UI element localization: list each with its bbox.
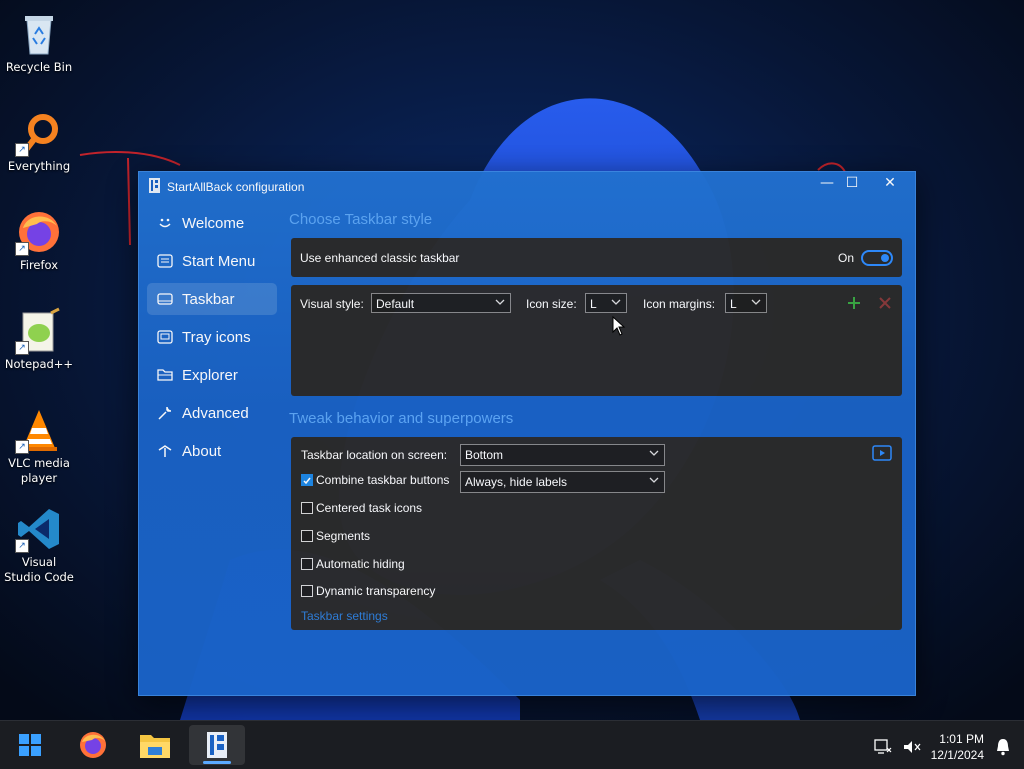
clock-date: 12/1/2024 — [930, 748, 984, 762]
taskbar: 1:01 PM 12/1/2024 — [0, 720, 1024, 769]
combine-buttons-checkbox[interactable] — [301, 474, 313, 486]
about-icon — [158, 445, 172, 457]
checkmark-icon — [303, 477, 311, 485]
sidebar-item-tray-icons[interactable]: Tray icons — [147, 321, 277, 353]
clock-time: 1:01 PM — [939, 732, 984, 746]
desktop-icon-vlc[interactable]: ↗ VLC media player — [0, 400, 78, 486]
desktop-icon-everything[interactable]: ↗ Everything — [0, 103, 78, 174]
wrench-icon — [158, 406, 172, 420]
taskbar-icon — [157, 293, 173, 305]
video-help-icon[interactable] — [872, 445, 892, 461]
start-menu-icon — [157, 254, 173, 268]
maximize-icon: ☐ — [845, 175, 859, 191]
enhanced-taskbar-label: Use enhanced classic taskbar — [300, 251, 460, 265]
visual-style-label: Visual style: — [300, 297, 364, 311]
start-icon — [19, 734, 41, 756]
desktop-icon-recycle-bin[interactable]: Recycle Bin — [0, 4, 78, 75]
desktop-icon-vscode[interactable]: ↗ Visual Studio Code — [0, 499, 78, 585]
centered-icons-label: Centered task icons — [316, 501, 423, 515]
sidebar-item-about[interactable]: About — [147, 435, 277, 467]
vlc-icon: ↗ — [15, 406, 63, 454]
visual-style-panel: Visual style: Default Icon size: L Icon … — [291, 285, 902, 396]
volume-muted-icon[interactable] — [903, 740, 921, 754]
system-clock[interactable]: 1:01 PM 12/1/2024 — [931, 731, 984, 763]
combine-buttons-label: Combine taskbar buttons — [316, 473, 450, 487]
sidebar-item-explorer[interactable]: Explorer — [147, 359, 277, 391]
shortcut-arrow-icon: ↗ — [15, 539, 29, 553]
notification-bell-icon[interactable] — [995, 738, 1011, 756]
icon-size-select[interactable]: L — [585, 293, 627, 313]
smile-icon — [159, 218, 171, 228]
startallback-app-icon — [149, 178, 160, 193]
shortcut-arrow-icon: ↗ — [15, 440, 29, 454]
desktop-icon-firefox[interactable]: ↗ Firefox — [0, 202, 78, 273]
chevron-down-icon — [495, 299, 505, 305]
taskbar-file-explorer-button[interactable] — [135, 725, 175, 765]
chevron-down-icon — [649, 450, 659, 456]
chevron-down-icon — [649, 477, 659, 483]
firefox-icon — [80, 732, 106, 758]
vscode-icon: ↗ — [15, 505, 63, 553]
combine-buttons-select[interactable]: Always, hide labels — [460, 471, 665, 493]
window-title: StartAllBack configuration — [167, 180, 305, 194]
remove-icon[interactable] — [878, 296, 892, 310]
minimize-icon: — — [820, 175, 834, 191]
active-window-indicator — [203, 761, 231, 764]
sidebar-item-welcome[interactable]: Welcome — [147, 207, 277, 239]
enhanced-toggle-state: On — [838, 251, 855, 265]
shortcut-arrow-icon: ↗ — [15, 341, 29, 355]
taskbar-location-select[interactable]: Bottom — [460, 444, 665, 466]
dynamic-transparency-checkbox[interactable] — [301, 585, 313, 597]
chevron-down-icon — [611, 299, 621, 305]
sidebar-item-advanced[interactable]: Advanced — [147, 397, 277, 429]
mouse-cursor-icon — [612, 316, 626, 336]
maximize-button[interactable]: ☐ — [833, 172, 871, 198]
enhanced-taskbar-panel: Use enhanced classic taskbar On — [291, 238, 902, 277]
recycle-bin-icon — [15, 10, 63, 58]
centered-icons-checkbox[interactable] — [301, 502, 313, 514]
title-bar[interactable]: StartAllBack configuration — ☐ ✕ — [139, 172, 915, 202]
behavior-panel: Taskbar location on screen: Bottom Combi… — [291, 437, 902, 630]
close-icon: ✕ — [884, 175, 896, 191]
everything-search-icon: ↗ — [15, 109, 63, 157]
desktop-icon-notepad-plus-plus[interactable]: ↗ Notepad++ — [0, 301, 78, 372]
dynamic-transparency-label: Dynamic transparency — [316, 584, 436, 598]
segments-label: Segments — [316, 529, 371, 543]
section-title-behavior: Tweak behavior and superpowers — [289, 410, 514, 427]
automatic-hiding-checkbox[interactable] — [301, 558, 313, 570]
folder-icon — [157, 369, 173, 381]
add-icon[interactable] — [847, 296, 861, 310]
sidebar-item-start-menu[interactable]: Start Menu — [147, 245, 277, 277]
segments-checkbox[interactable] — [301, 530, 313, 542]
start-button[interactable] — [10, 725, 50, 765]
chevron-down-icon — [751, 299, 761, 305]
enhanced-taskbar-toggle[interactable] — [861, 250, 893, 266]
file-explorer-icon — [140, 735, 170, 758]
tray-icon — [157, 330, 173, 344]
sidebar-item-taskbar[interactable]: Taskbar — [147, 283, 277, 315]
automatic-hiding-label: Automatic hiding — [316, 557, 405, 571]
taskbar-settings-link[interactable]: Taskbar settings — [301, 609, 388, 623]
visual-style-select[interactable]: Default — [371, 293, 511, 313]
taskbar-firefox-button[interactable] — [73, 725, 113, 765]
startallback-icon — [207, 732, 227, 758]
icon-margins-select[interactable]: L — [725, 293, 767, 313]
section-title-taskbar-style: Choose Taskbar style — [289, 211, 433, 228]
icon-size-label: Icon size: — [526, 297, 577, 311]
startallback-config-window: StartAllBack configuration — ☐ ✕ Welcome… — [138, 171, 916, 696]
taskbar-location-label: Taskbar location on screen: — [301, 448, 448, 462]
taskbar-startallback-button[interactable] — [189, 725, 245, 765]
notepad-plus-plus-icon: ↗ — [15, 307, 63, 355]
shortcut-arrow-icon: ↗ — [15, 143, 29, 157]
icon-margins-label: Icon margins: — [643, 297, 716, 311]
shortcut-arrow-icon: ↗ — [15, 242, 29, 256]
firefox-icon: ↗ — [15, 208, 63, 256]
network-icon[interactable] — [874, 739, 892, 755]
close-button[interactable]: ✕ — [871, 172, 909, 198]
